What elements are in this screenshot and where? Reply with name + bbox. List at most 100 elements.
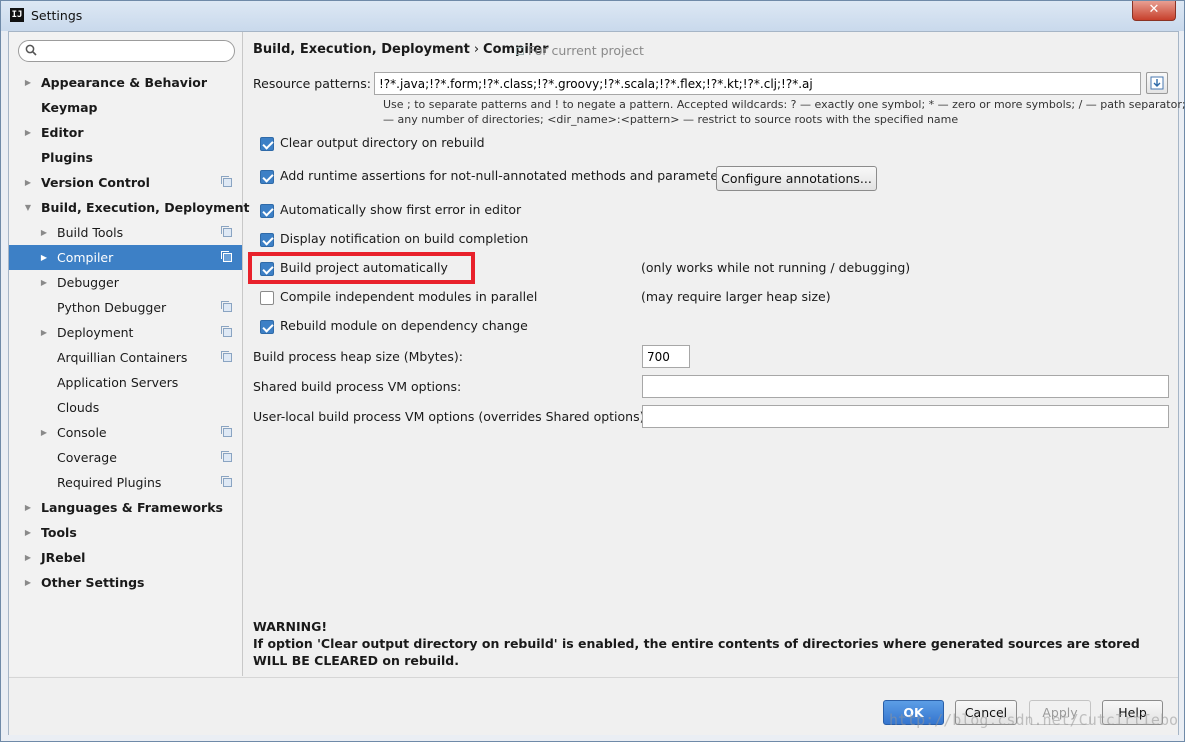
- breadcrumb-parent: Build, Execution, Deployment: [253, 42, 470, 57]
- user-vm-options-label: User-local build process VM options (ove…: [253, 409, 649, 424]
- sidebar-item[interactable]: ▶ Console: [9, 420, 242, 445]
- option-checkbox[interactable]: [260, 204, 274, 218]
- sidebar-item-label: Appearance & Behavior: [41, 75, 207, 90]
- user-vm-options-field[interactable]: [642, 405, 1169, 428]
- option-note: (may require larger heap size): [641, 289, 831, 304]
- heap-size-field[interactable]: [642, 345, 690, 368]
- breadcrumb: Build, Execution, Deployment › Compiler: [253, 42, 549, 57]
- project-level-icon: [221, 476, 232, 487]
- sidebar-item[interactable]: Required Plugins: [9, 470, 242, 495]
- sidebar-item[interactable]: ▶ Other Settings: [9, 570, 242, 595]
- expand-icon: [1150, 76, 1164, 90]
- expand-arrow-icon[interactable]: ▶: [39, 245, 49, 270]
- option-checkbox[interactable]: [260, 233, 274, 247]
- sidebar-item-label: Console: [57, 425, 107, 440]
- option-note: (only works while not running / debuggin…: [641, 260, 911, 275]
- sidebar-item[interactable]: ▶ JRebel: [9, 545, 242, 570]
- expand-arrow-icon[interactable]: ▶: [39, 420, 49, 445]
- expand-arrow-icon[interactable]: ▶: [23, 545, 33, 570]
- expand-arrow-icon[interactable]: ▶: [39, 320, 49, 345]
- sidebar-item[interactable]: ▶ Editor: [9, 120, 242, 145]
- breadcrumb-separator: ›: [473, 42, 480, 57]
- option-label[interactable]: Rebuild module on dependency change: [280, 318, 528, 333]
- project-level-icon: [221, 351, 232, 362]
- sidebar-item-label: Keymap: [41, 100, 98, 115]
- sidebar-item[interactable]: ▶ Languages & Frameworks: [9, 495, 242, 520]
- close-window-button[interactable]: ✕: [1132, 1, 1176, 21]
- window-title: Settings: [31, 8, 83, 23]
- sidebar-item[interactable]: ▶ Build Tools: [9, 220, 242, 245]
- expand-arrow-icon[interactable]: ▶: [39, 220, 49, 245]
- sidebar-item-label: Build Tools: [57, 225, 124, 240]
- sidebar-item-label: Debugger: [57, 275, 119, 290]
- expand-field-button[interactable]: [1146, 72, 1168, 94]
- sidebar-item[interactable]: ▶ Debugger: [9, 270, 242, 295]
- option-label[interactable]: Add runtime assertions for not-null-anno…: [280, 168, 730, 183]
- option-label[interactable]: Display notification on build completion: [280, 231, 528, 246]
- option-checkbox[interactable]: [260, 137, 274, 151]
- expand-arrow-icon[interactable]: ▶: [23, 495, 33, 520]
- warning-text: If option 'Clear output directory on reb…: [253, 636, 1140, 668]
- dialog-footer: OK Cancel Apply Help http://blog.csdn.ne…: [9, 677, 1178, 735]
- search-box[interactable]: [18, 40, 235, 62]
- sidebar-item[interactable]: ▶ Version Control: [9, 170, 242, 195]
- sidebar-item[interactable]: Python Debugger: [9, 295, 242, 320]
- sidebar-item-label: Compiler: [57, 250, 114, 265]
- sidebar-item-label: Arquillian Containers: [57, 350, 188, 365]
- sidebar-item-label: Languages & Frameworks: [41, 500, 223, 515]
- expand-arrow-icon[interactable]: ▶: [23, 520, 33, 545]
- project-level-icon: [221, 226, 232, 237]
- sidebar-item[interactable]: ▶ Deployment: [9, 320, 242, 345]
- sidebar-item[interactable]: Keymap: [9, 95, 242, 120]
- sidebar-item[interactable]: ▶ Compiler: [9, 245, 242, 270]
- project-scope-icon: [516, 47, 524, 55]
- watermark-text: http://blog.csdn.net/CutcIrtIebo: [889, 711, 1178, 729]
- project-level-icon: [221, 426, 232, 437]
- sidebar-item[interactable]: Clouds: [9, 395, 242, 420]
- resource-patterns-hint-1: Use ; to separate patterns and ! to nega…: [383, 98, 1185, 111]
- compiler-settings-panel: Build, Execution, Deployment › Compiler Fo…: [244, 32, 1185, 676]
- expand-arrow-icon[interactable]: ▶: [23, 120, 33, 145]
- option-label[interactable]: Automatically show first error in editor: [280, 202, 521, 217]
- expand-arrow-icon[interactable]: ▶: [23, 70, 33, 95]
- configure-annotations-button[interactable]: Configure annotations...: [716, 166, 877, 191]
- sidebar-item-label: Coverage: [57, 450, 117, 465]
- sidebar-item-label: Application Servers: [57, 375, 179, 390]
- option-label[interactable]: Clear output directory on rebuild: [280, 135, 485, 150]
- heap-size-label: Build process heap size (Mbytes):: [253, 349, 463, 364]
- dialog-content: ▶ Appearance & Behavior Keymap ▶ Editor Plugi…: [8, 31, 1185, 735]
- sidebar-item-label: Plugins: [41, 150, 93, 165]
- sidebar-item-label: JRebel: [41, 550, 86, 565]
- sidebar-item[interactable]: ▶ Appearance & Behavior: [9, 70, 242, 95]
- expand-arrow-icon[interactable]: ▶: [23, 570, 33, 595]
- sidebar-item[interactable]: ▼ Build, Execution, Deployment: [9, 195, 250, 220]
- expanded-arrow-icon[interactable]: ▼: [23, 195, 33, 220]
- title-bar[interactable]: IJ Settings ✕: [1, 1, 1184, 31]
- sidebar-item[interactable]: Plugins: [9, 145, 242, 170]
- sidebar-item-label: Version Control: [41, 175, 150, 190]
- search-input[interactable]: [41, 43, 229, 59]
- project-level-icon: [221, 451, 232, 462]
- shared-vm-options-field[interactable]: [642, 375, 1169, 398]
- sidebar-item[interactable]: Arquillian Containers: [9, 345, 242, 370]
- search-icon: [25, 44, 37, 56]
- sidebar-item[interactable]: ▶ Tools: [9, 520, 242, 545]
- sidebar-item-label: Build, Execution, Deployment: [41, 200, 250, 215]
- sidebar-item[interactable]: Coverage: [9, 445, 242, 470]
- option-checkbox[interactable]: [260, 291, 274, 305]
- sidebar-item-label: Other Settings: [41, 575, 145, 590]
- sidebar-item[interactable]: Application Servers: [9, 370, 242, 395]
- expand-arrow-icon[interactable]: ▶: [39, 270, 49, 295]
- resource-patterns-field[interactable]: [374, 72, 1141, 95]
- option-checkbox[interactable]: [260, 320, 274, 334]
- option-label[interactable]: Compile independent modules in parallel: [280, 289, 537, 304]
- project-level-icon: [221, 301, 232, 312]
- sidebar-item-label: Deployment: [57, 325, 134, 340]
- highlight-annotation-box: [248, 252, 475, 284]
- settings-window: IJ Settings ✕ ▶ Appearance & Behavior Keym…: [0, 0, 1185, 742]
- project-level-icon: [221, 176, 232, 187]
- sidebar-item-label: Python Debugger: [57, 300, 167, 315]
- option-checkbox[interactable]: [260, 170, 274, 184]
- warning-title: WARNING!: [253, 619, 328, 634]
- expand-arrow-icon[interactable]: ▶: [23, 170, 33, 195]
